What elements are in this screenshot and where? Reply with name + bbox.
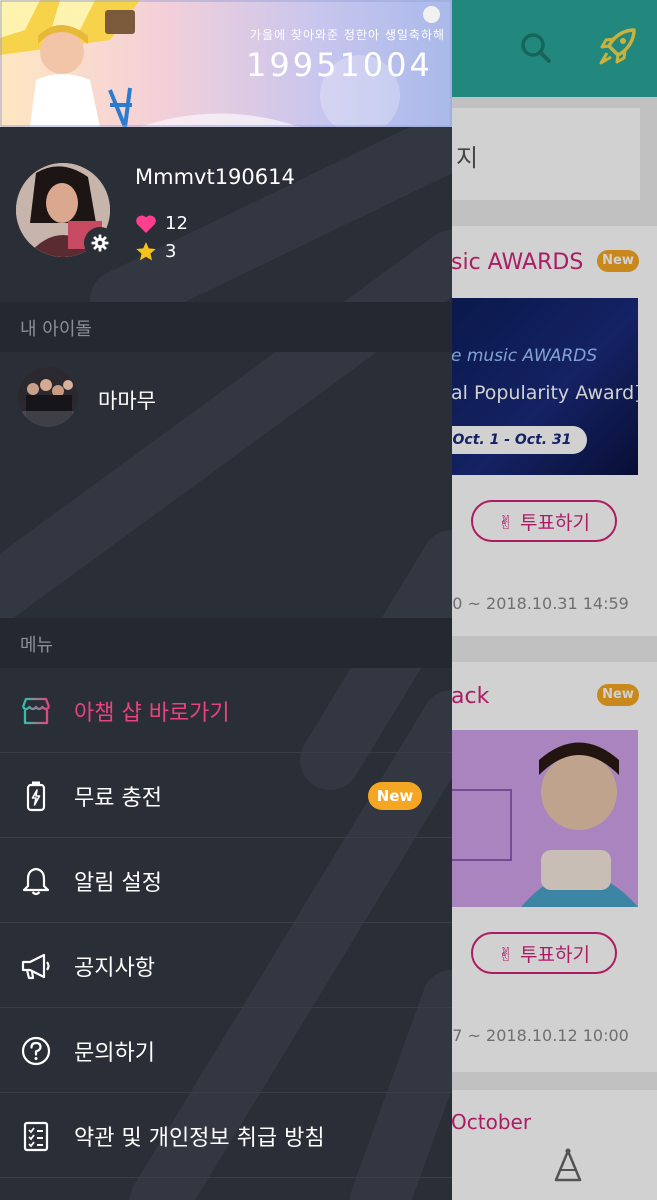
hearts-count: 12	[165, 213, 188, 234]
menu-item-shop[interactable]: 아챔 샵 바로가기	[0, 668, 452, 753]
idol-name: 마마무	[98, 389, 156, 413]
new-badge: New	[368, 782, 422, 810]
menu-label: 아챔 샵 바로가기	[74, 701, 230, 726]
stars-stat: 3	[135, 241, 176, 262]
menu-item-free-charge[interactable]: 무료 충전 New	[0, 753, 452, 838]
bell-icon	[20, 865, 52, 897]
menu-label: 문의하기	[74, 1041, 155, 1066]
gear-icon[interactable]	[84, 227, 116, 259]
menu-item-terms[interactable]: 약관 및 개인정보 취급 방침	[0, 1093, 452, 1178]
menu-item-notice[interactable]: 공지사항	[0, 923, 452, 1008]
menu-label: 알림 설정	[74, 871, 162, 896]
menu-item-inquiry[interactable]: 문의하기	[0, 1008, 452, 1093]
birthday-banner[interactable]: 가을에 찾아와준 정한아 생일축하해 19951004	[0, 0, 452, 127]
star-icon	[136, 242, 156, 261]
banner-date: 19951004	[246, 46, 433, 84]
idol-item[interactable]: 마마무	[0, 352, 452, 442]
menu-label: 약관 및 개인정보 취급 방침	[74, 1126, 325, 1151]
banner-caption: 가을에 찾아와준 정한아 생일축하해	[250, 28, 446, 42]
menu-item-notification-settings[interactable]: 알림 설정	[0, 838, 452, 923]
question-icon	[20, 1035, 52, 1067]
document-icon	[20, 1120, 52, 1152]
hearts-stat: 12	[135, 213, 188, 234]
navigation-drawer: 가을에 찾아와준 정한아 생일축하해 19951004 Mmmvt190614 …	[0, 0, 452, 1200]
menu-label: 무료 충전	[74, 786, 162, 811]
shop-icon	[20, 695, 52, 727]
menu-header: 메뉴	[0, 618, 452, 668]
menu-label: 공지사항	[74, 956, 155, 981]
idol-avatar	[18, 367, 78, 427]
my-idol-header: 내 아이돌	[0, 302, 452, 352]
heart-icon	[136, 214, 156, 233]
user-profile: Mmmvt190614 12 3	[0, 127, 452, 302]
stars-count: 3	[165, 241, 177, 262]
megaphone-icon	[20, 950, 52, 982]
battery-icon	[20, 780, 52, 812]
username: Mmmvt190614	[135, 165, 295, 189]
banner-indicator-dot	[423, 6, 440, 23]
